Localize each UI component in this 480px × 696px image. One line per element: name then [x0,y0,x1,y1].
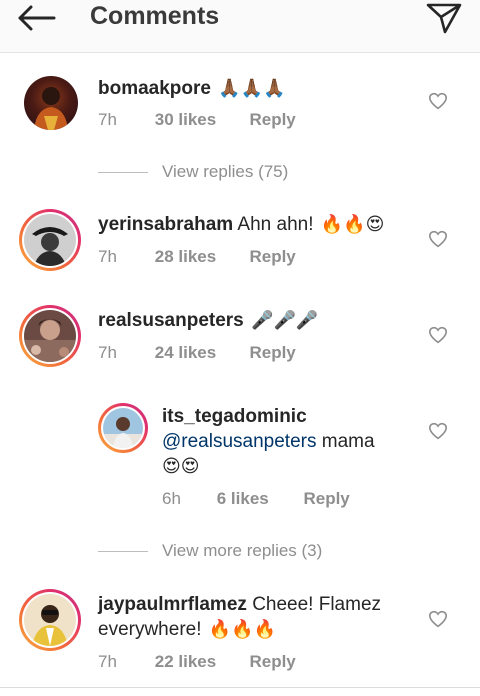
profile-photo [103,408,143,448]
heart-icon[interactable] [428,422,448,440]
view-replies-button[interactable]: View replies (75) [98,162,288,182]
likes-count[interactable]: 22 likes [155,652,245,672]
avatar[interactable] [24,76,78,130]
emoji-text: 🔥🔥🔥 [208,619,277,639]
comment-text: jaypaulmrflamez Cheee! Flamez everywhere… [98,592,408,642]
top-bar: Comments [0,0,480,53]
likes-count[interactable]: 6 likes [217,489,299,509]
username[interactable]: bomaakpore [98,78,211,99]
emoji-text: 🔥🔥😍 [320,214,385,234]
reply-button[interactable]: Reply [249,343,295,363]
comment-text: its_tegadominic @realsusanpeters mama 😍😍 [162,404,412,479]
comment-body: Ahn ahn! [237,214,314,235]
timestamp: 7h [98,247,117,266]
timestamp: 6h [162,489,181,508]
timestamp: 7h [98,110,117,129]
likes-count[interactable]: 28 likes [155,247,245,267]
profile-photo [24,310,76,362]
username[interactable]: yerinsabraham [98,214,233,235]
avatar[interactable] [19,209,81,271]
heart-icon[interactable] [428,610,448,628]
comment-meta: 7h 24 likes Reply [98,343,296,363]
bottom-divider [0,687,480,688]
heart-icon[interactable] [428,326,448,344]
avatar[interactable] [19,589,81,651]
avatar[interactable] [19,305,81,367]
paper-plane-icon [426,3,462,34]
username[interactable]: its_tegadominic [162,406,307,427]
back-button[interactable] [14,0,58,36]
profile-photo [34,87,68,130]
reply-button[interactable]: Reply [249,247,295,267]
comment-meta: 6h 6 likes Reply [162,489,350,509]
username[interactable]: jaypaulmrflamez [98,594,247,615]
comment-meta: 7h 30 likes Reply [98,110,296,130]
comment-text: yerinsabraham Ahn ahn! 🔥🔥😍 [98,212,384,237]
page-title: Comments [90,2,220,30]
reply-button[interactable]: Reply [303,489,349,509]
view-more-replies-button[interactable]: View more replies (3) [98,541,322,561]
timestamp: 7h [98,343,117,362]
heart-icon[interactable] [428,92,448,110]
emoji-text: 🙏🏾🙏🏾🙏🏾 [218,78,286,98]
mention-link[interactable]: @realsusanpeters [162,431,316,452]
timestamp: 7h [98,652,117,671]
comment-text: bomaakpore 🙏🏾🙏🏾🙏🏾 [98,76,286,101]
emoji-text: 🎤🎤🎤 [251,310,319,330]
emoji-text: 😍😍 [162,456,200,476]
view-replies-label: View replies (75) [162,162,289,181]
comment-text: realsusanpeters 🎤🎤🎤 [98,308,318,333]
profile-photo [24,594,76,646]
divider-line [98,171,148,173]
view-replies-label: View more replies (3) [162,541,323,560]
comment-meta: 7h 28 likes Reply [98,247,296,267]
comment-meta: 7h 22 likes Reply [98,652,296,672]
comment-body: mama [321,431,375,452]
heart-icon[interactable] [428,230,448,248]
likes-count[interactable]: 24 likes [155,343,245,363]
divider-line [98,550,148,552]
reply-button[interactable]: Reply [249,110,295,130]
username[interactable]: realsusanpeters [98,310,244,331]
avatar[interactable] [98,403,148,453]
profile-photo [24,214,76,266]
share-button[interactable] [424,0,464,36]
arrow-left-icon [18,5,56,31]
likes-count[interactable]: 30 likes [155,110,245,130]
reply-button[interactable]: Reply [249,652,295,672]
